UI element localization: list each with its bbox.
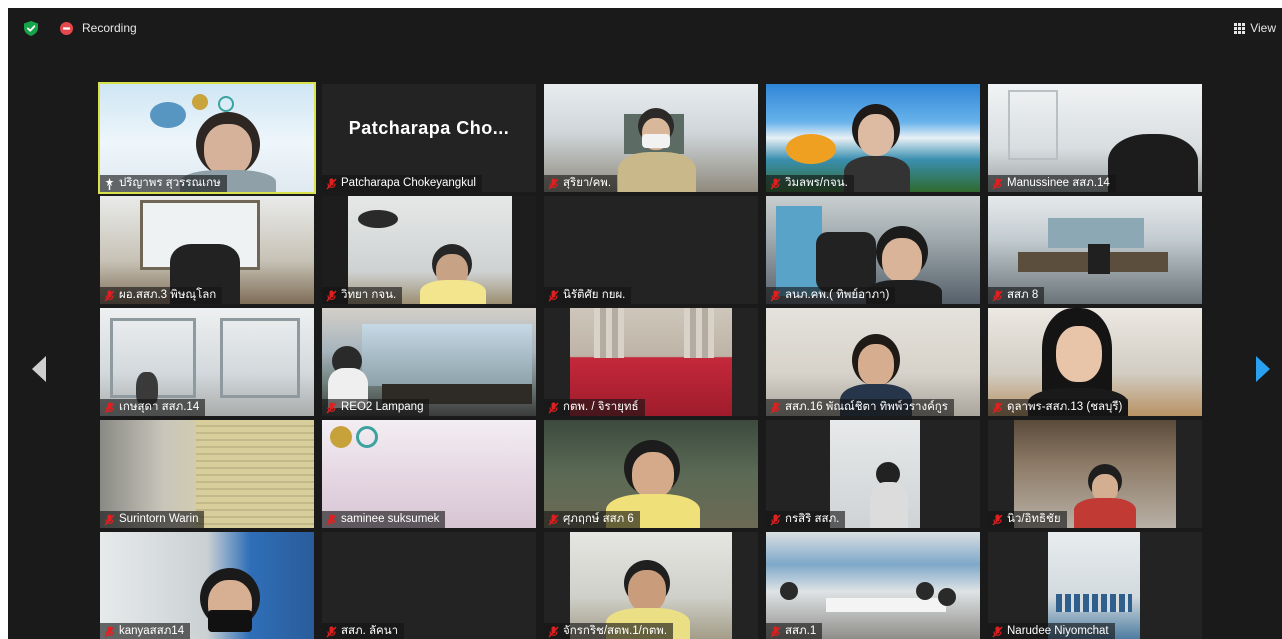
view-button[interactable]: View: [1234, 19, 1276, 37]
mic-muted-icon: [326, 402, 337, 413]
top-bar: Recording View: [8, 8, 1282, 48]
mic-muted-icon: [992, 402, 1003, 413]
mic-muted-icon: [326, 626, 337, 637]
shield-check-icon[interactable]: [24, 21, 38, 36]
participant-tile[interactable]: ลนภ.คพ.( ทิพย์อาภา): [766, 196, 980, 304]
participant-tile[interactable]: สสภ.1: [766, 532, 980, 639]
participant-name-label: กรสิริ สสภ.: [766, 511, 846, 528]
recording-label: Recording: [82, 21, 137, 35]
participant-name-label: ลนภ.คพ.( ทิพย์อาภา): [766, 287, 896, 304]
participant-tile[interactable]: กตพ. / จิรายุทธ์: [544, 308, 758, 416]
participant-tile[interactable]: จักรกริช/สตพ.1/กตพ.: [544, 532, 758, 639]
mic-muted-icon: [770, 402, 781, 413]
participant-tile[interactable]: สุริยา/คพ.: [544, 84, 758, 192]
previous-page-arrow-icon[interactable]: [28, 352, 50, 386]
participant-tile[interactable]: Manussinee สสภ.14: [988, 84, 1202, 192]
participant-name-label: สสภ.1: [766, 623, 823, 639]
active-speaker-icon: [105, 177, 114, 190]
participant-name-label: ปริญาพร สุวรรณเกษ: [100, 175, 227, 192]
participant-name-label: นิรัติศัย กยผ.: [544, 287, 632, 304]
mic-muted-icon: [770, 178, 781, 189]
participant-name-label: REO2 Lampang: [322, 399, 430, 416]
mic-muted-icon: [104, 514, 115, 525]
participant-name-label: ดุลาพร-สสภ.13 (ชลบุรี): [988, 399, 1129, 416]
participant-name-label: สสภ. ลัคนา: [322, 623, 405, 639]
mic-muted-icon: [770, 514, 781, 525]
participant-tile[interactable]: สสภ. ลัคนา: [322, 532, 536, 639]
mic-muted-icon: [992, 178, 1003, 189]
participant-name-label: Manussinee สสภ.14: [988, 175, 1116, 192]
participant-name-label: Narudee Niyomchat: [988, 623, 1115, 639]
participant-tile[interactable]: วิทยา กจน.: [322, 196, 536, 304]
mic-muted-icon: [548, 514, 559, 525]
zoom-meeting-window: Recording View ปริญาพร สุวรรณเกษ Patchar…: [8, 8, 1282, 639]
participant-tile[interactable]: Patcharapa Cho... Patcharapa Chokeyangku…: [322, 84, 536, 192]
mic-muted-icon: [770, 290, 781, 301]
mic-muted-icon: [548, 178, 559, 189]
mic-muted-icon: [104, 290, 115, 301]
participant-name-label: นิว/อิทธิชัย: [988, 511, 1067, 528]
mic-muted-icon: [104, 626, 115, 637]
participant-tile[interactable]: วิมลพร/กจน.: [766, 84, 980, 192]
participant-tile[interactable]: ดุลาพร-สสภ.13 (ชลบุรี): [988, 308, 1202, 416]
participant-name-label: วิทยา กจน.: [322, 287, 403, 304]
mic-muted-icon: [104, 402, 115, 413]
participant-name-label: Surintorn Warin: [100, 511, 205, 528]
mic-muted-icon: [548, 626, 559, 637]
participant-name-label: กตพ. / จิรายุทธ์: [544, 399, 645, 416]
next-page-arrow-icon[interactable]: [1252, 352, 1274, 386]
mic-muted-icon: [326, 514, 337, 525]
mic-muted-icon: [992, 290, 1003, 301]
participant-name-label: saminee suksumek: [322, 511, 446, 528]
participant-tile[interactable]: kanyaสสภ14: [100, 532, 314, 639]
participant-name-label: สุริยา/คพ.: [544, 175, 618, 192]
mic-muted-icon: [992, 514, 1003, 525]
mic-muted-icon: [548, 402, 559, 413]
participant-name-label: สสภ 8: [988, 287, 1045, 304]
participant-tile[interactable]: Narudee Niyomchat: [988, 532, 1202, 639]
mic-muted-icon: [326, 178, 337, 189]
participant-name-label: Patcharapa Chokeyangkul: [322, 175, 482, 192]
camera-off-display-name: Patcharapa Cho...: [348, 117, 510, 138]
participant-tile[interactable]: ผอ.สสภ.3 พิษณุโลก: [100, 196, 314, 304]
participant-name-label: เกษสุดา สสภ.14: [100, 399, 206, 416]
mic-muted-icon: [548, 290, 559, 301]
participant-name-label: สสภ.16 พัณณ์ชิตา ทิพพ์วรางค์กูร: [766, 399, 954, 416]
view-label: View: [1250, 21, 1276, 35]
mic-muted-icon: [770, 626, 781, 637]
participant-tile[interactable]: เกษสุดา สสภ.14: [100, 308, 314, 416]
mic-muted-icon: [992, 626, 1003, 637]
participant-tile[interactable]: สสภ.16 พัณณ์ชิตา ทิพพ์วรางค์กูร: [766, 308, 980, 416]
mic-muted-icon: [326, 290, 337, 301]
recording-icon[interactable]: [60, 22, 73, 35]
participant-tile[interactable]: ศุภฤกษ์ สสภ 6: [544, 420, 758, 528]
gallery-view: ปริญาพร สุวรรณเกษ Patcharapa Cho... Patc…: [98, 82, 1202, 639]
participant-name-label: วิมลพร/กจน.: [766, 175, 854, 192]
participant-tile[interactable]: ปริญาพร สุวรรณเกษ: [98, 82, 316, 194]
participant-tile[interactable]: saminee suksumek: [322, 420, 536, 528]
grid-view-icon: [1234, 22, 1246, 34]
participant-tile[interactable]: กรสิริ สสภ.: [766, 420, 980, 528]
participant-name-label: ผอ.สสภ.3 พิษณุโลก: [100, 287, 223, 304]
participant-tile[interactable]: นิว/อิทธิชัย: [988, 420, 1202, 528]
participant-tile[interactable]: นิรัติศัย กยผ.: [544, 196, 758, 304]
participant-tile[interactable]: สสภ 8: [988, 196, 1202, 304]
participant-name-label: จักรกริช/สตพ.1/กตพ.: [544, 623, 674, 639]
participant-name-label: kanyaสสภ14: [100, 623, 191, 639]
participant-name-label: ศุภฤกษ์ สสภ 6: [544, 511, 640, 528]
participant-tile[interactable]: Surintorn Warin: [100, 420, 314, 528]
participant-tile[interactable]: REO2 Lampang: [322, 308, 536, 416]
